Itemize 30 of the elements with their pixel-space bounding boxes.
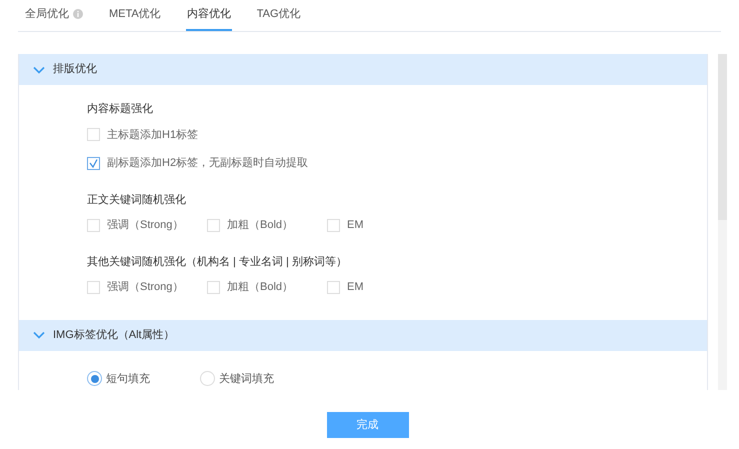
section-title: 排版优化 <box>53 62 97 78</box>
checkbox-label: EM <box>347 218 364 233</box>
tab[interactable]: META优化 <box>108 0 162 31</box>
radio-label: 短句填充 <box>106 372 150 386</box>
checkbox-label: 副标题添加H2标签，无副标题时自动提取 <box>107 156 308 171</box>
checkbox-label: 加粗（Bold） <box>227 218 294 233</box>
radio-button[interactable] <box>87 371 102 386</box>
tab[interactable]: TAG优化 <box>256 0 302 31</box>
tab[interactable]: 全局优化 <box>24 0 84 31</box>
info-icon <box>73 9 83 19</box>
section-title: IMG标签优化（Alt属性） <box>53 328 175 343</box>
checkbox[interactable] <box>87 156 100 170</box>
checkbox-label: 主标题添加H1标签 <box>107 128 198 142</box>
section-header[interactable]: 排版优化 <box>19 54 707 85</box>
group-title: 正文关键词随机强化 <box>87 192 187 208</box>
section-header[interactable]: IMG标签优化（Alt属性） <box>19 320 707 350</box>
check-icon <box>89 158 98 168</box>
radio-label: 关键词填充 <box>219 372 274 386</box>
chevron-icon <box>33 66 45 74</box>
tab[interactable]: 内容优化 <box>186 0 232 31</box>
group-title: 内容标题强化 <box>87 102 154 117</box>
checkbox-label: EM <box>347 280 364 295</box>
group-title: 其他关键词随机强化（机构名 | 专业名词 | 别称词等） <box>87 254 348 270</box>
checkbox-label: 加粗（Bold） <box>227 280 294 295</box>
scrollbar-thumb[interactable] <box>718 54 727 220</box>
radio-button[interactable] <box>200 371 215 386</box>
checkbox-label: 强调（Strong） <box>107 218 184 233</box>
scrollbar-track[interactable] <box>718 54 727 390</box>
checkbox-label: 强调（Strong） <box>107 280 184 295</box>
chevron-icon <box>33 331 45 339</box>
